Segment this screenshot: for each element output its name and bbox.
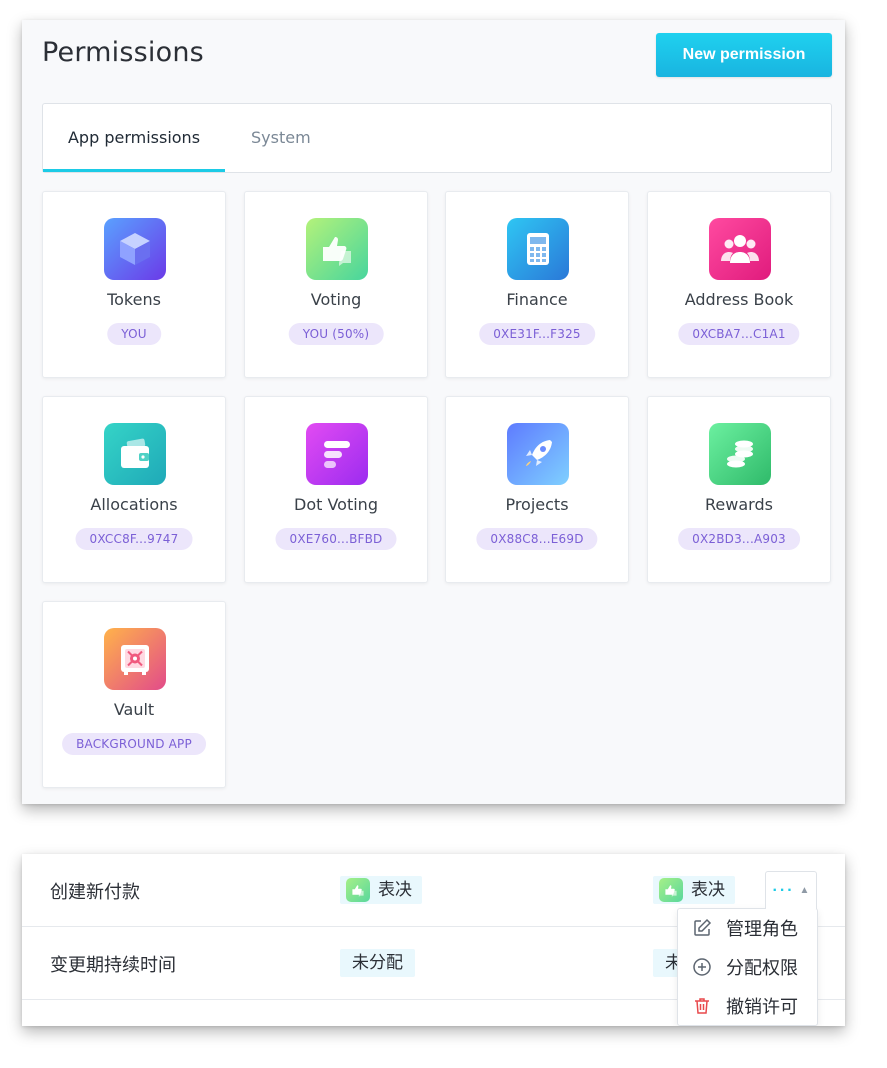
trash-icon: [692, 996, 712, 1016]
app-card-voting[interactable]: Voting YOU (50%): [244, 191, 428, 378]
more-dots-icon: ···: [772, 881, 795, 899]
menu-item-label: 分配权限: [726, 958, 798, 979]
permission-action: 变更期持续时间: [50, 955, 176, 976]
app-card-tokens[interactable]: Tokens YOU: [42, 191, 226, 378]
app-card-allocations[interactable]: Allocations 0XCC8F...9747: [42, 396, 226, 583]
app-name: Voting: [310, 290, 362, 309]
app-badge: 0XCBA7...C1A1: [678, 323, 800, 345]
thumbs-icon: [346, 878, 370, 902]
app-name: Address Book: [684, 290, 794, 309]
permission-table: 创建新付款 表决 表决 ··· ▲ 变更期持续时间 未分配 未 管理角色 分配权…: [22, 854, 845, 1026]
manager-tag[interactable]: 表决: [653, 876, 735, 904]
app-card-finance[interactable]: Finance 0XE31F...F325: [445, 191, 629, 378]
app-card-projects[interactable]: Projects 0X88C8...E69D: [445, 396, 629, 583]
app-badge: 0X88C8...E69D: [476, 528, 598, 550]
tab-app-permissions[interactable]: App permissions: [43, 104, 225, 172]
people-icon: [709, 218, 771, 280]
role-label: 表决: [378, 880, 412, 900]
coins-icon: [709, 423, 771, 485]
bars-icon: [306, 423, 368, 485]
app-name: Dot Voting: [294, 495, 378, 514]
menu-item-label: 撤销许可: [726, 997, 798, 1018]
app-name: Finance: [506, 290, 568, 309]
row-actions-button[interactable]: ··· ▲: [765, 871, 817, 909]
app-badge: 0X2BD3...A903: [678, 528, 800, 550]
app-name: Vault: [113, 700, 155, 719]
manager-label: 表决: [691, 880, 725, 900]
row-actions-menu: 管理角色 分配权限 撤销许可: [677, 908, 818, 1026]
app-name: Allocations: [90, 495, 178, 514]
menu-item-revoke-permission[interactable]: 撤销许可: [678, 987, 817, 1025]
plus-circle-icon: [692, 957, 712, 977]
rocket-icon: [507, 423, 569, 485]
calculator-icon: [507, 218, 569, 280]
role-tag[interactable]: 表决: [340, 876, 422, 904]
menu-item-assign-permission[interactable]: 分配权限: [678, 948, 817, 986]
edit-icon: [692, 918, 712, 938]
app-name: Tokens: [107, 290, 161, 309]
page-title: Permissions: [42, 37, 204, 68]
cube-icon: [104, 218, 166, 280]
app-badge: YOU: [107, 323, 161, 345]
permission-action: 创建新付款: [50, 882, 140, 903]
app-badge: 0XE760...BFBD: [275, 528, 397, 550]
menu-item-label: 管理角色: [726, 919, 798, 940]
app-card-vault[interactable]: Vault BACKGROUND APP: [42, 601, 226, 788]
permission-tabs: App permissions System permissions: [42, 103, 832, 215]
safe-icon: [104, 628, 166, 690]
app-badge: 0XE31F...F325: [479, 323, 595, 345]
app-card-dot-voting[interactable]: Dot Voting 0XE760...BFBD: [244, 396, 428, 583]
app-badge: YOU (50%): [288, 323, 384, 345]
app-name: Projects: [505, 495, 569, 514]
app-card-address-book[interactable]: Address Book 0XCBA7...C1A1: [647, 191, 831, 378]
thumbs-icon: [306, 218, 368, 280]
role-tag[interactable]: 未分配: [340, 949, 415, 977]
app-name: Rewards: [705, 495, 773, 514]
chevron-up-icon: ▲: [799, 885, 810, 896]
new-permission-button[interactable]: New permission: [656, 33, 832, 77]
app-badge: 0XCC8F...9747: [75, 528, 193, 550]
permissions-panel: Permissions New permission App permissio…: [22, 20, 845, 804]
role-label: 未分配: [352, 953, 403, 973]
app-card-rewards[interactable]: Rewards 0X2BD3...A903: [647, 396, 831, 583]
wallet-icon: [104, 423, 166, 485]
tab-system-permissions[interactable]: System permissions: [251, 104, 411, 215]
app-badge: BACKGROUND APP: [62, 733, 206, 755]
thumbs-icon: [659, 878, 683, 902]
menu-item-manage-role[interactable]: 管理角色: [678, 909, 817, 947]
